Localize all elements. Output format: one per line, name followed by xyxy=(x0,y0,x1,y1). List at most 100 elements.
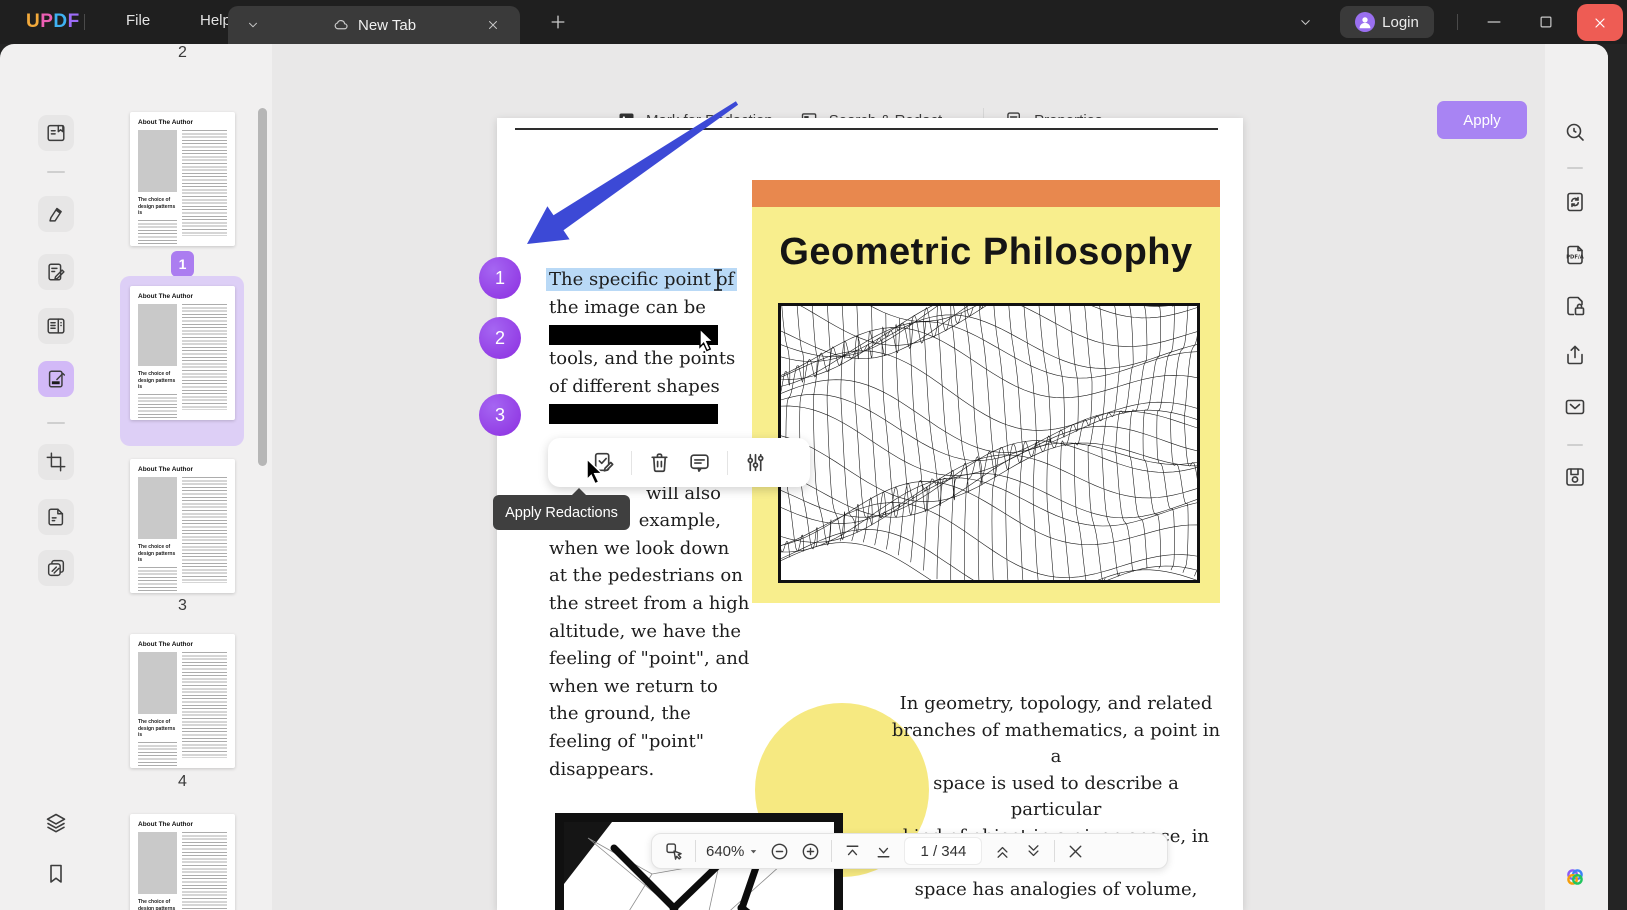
divider xyxy=(726,450,728,475)
sidebar-item-bookmark[interactable] xyxy=(44,862,68,886)
divider xyxy=(84,14,85,30)
sidebar-item-comment[interactable] xyxy=(38,196,74,232)
login-button[interactable]: Login xyxy=(1340,6,1434,38)
thumbnail-page[interactable]: About The Author The choice of design pa… xyxy=(130,814,235,910)
sidebar-item-edit[interactable] xyxy=(38,254,74,290)
zoom-level-value: 640% xyxy=(706,842,745,860)
orange-banner xyxy=(752,180,1220,207)
text-line: the ground, the xyxy=(549,703,691,725)
sidebar-item-organize[interactable] xyxy=(38,308,74,344)
sidebar-item-pdfa[interactable]: PDF/A xyxy=(1563,243,1587,267)
app-logo: UPDF xyxy=(26,11,80,33)
zoom-out-button[interactable] xyxy=(769,841,790,862)
thumbnail-scrollbar[interactable] xyxy=(258,108,267,466)
thumbnail-image-placeholder xyxy=(138,130,178,192)
thumbnail-text-lines xyxy=(182,652,227,758)
thumbnail-text-lines xyxy=(138,393,178,420)
delete-icon[interactable] xyxy=(647,450,672,475)
sidebar-item-ai-assistant[interactable] xyxy=(1563,865,1587,889)
text-line: the street from a high xyxy=(549,592,750,614)
thumbnail-image-placeholder xyxy=(138,304,178,366)
zoom-level-control[interactable]: 640% xyxy=(706,843,759,860)
close-navbar-button[interactable] xyxy=(1065,841,1086,862)
minimize-button[interactable] xyxy=(1484,12,1504,32)
reader-icon xyxy=(45,122,67,144)
sidebar-item-protect[interactable] xyxy=(1563,294,1587,318)
wavy-mesh-image xyxy=(778,303,1200,583)
sidebar-item-layers[interactable] xyxy=(44,811,68,835)
text-line: The specific point of xyxy=(546,266,738,294)
thumbnail-text-lines xyxy=(138,566,178,593)
menu-file[interactable]: File xyxy=(126,12,150,29)
divider xyxy=(1567,444,1583,446)
divider xyxy=(47,171,65,173)
titlebar-chevron-down-icon[interactable] xyxy=(1298,15,1313,30)
comment-icon xyxy=(45,203,67,225)
sidebar-item-crop[interactable] xyxy=(38,444,74,480)
scroll-to-bottom-button[interactable] xyxy=(873,841,894,862)
tooltip: Apply Redactions xyxy=(493,488,630,530)
step-number-annotation: 3 xyxy=(479,394,521,436)
divider xyxy=(1567,167,1583,169)
redaction-bar[interactable] xyxy=(549,325,721,346)
text-ibeam-cursor xyxy=(714,269,722,291)
settings-sliders-icon[interactable] xyxy=(743,450,768,475)
apply-button[interactable]: Apply xyxy=(1437,101,1527,139)
selected-text: The specific point of xyxy=(546,268,738,291)
logo-letter: D xyxy=(53,11,68,32)
text-line: disappears. xyxy=(549,758,655,780)
redact-icon xyxy=(45,368,67,390)
logo-letter: P xyxy=(40,11,54,32)
thumbnail-page[interactable]: About The Author The choice of design pa… xyxy=(130,286,235,420)
divider xyxy=(1054,840,1056,862)
sidebar-item-search[interactable] xyxy=(1563,120,1587,144)
document-title: Geometric Philosophy xyxy=(779,231,1193,273)
organize-icon xyxy=(45,315,67,337)
maximize-button[interactable] xyxy=(1537,13,1555,31)
sidebar-item-save[interactable] xyxy=(1563,465,1587,489)
sidebar-item-batch[interactable] xyxy=(38,550,74,586)
tab-close-icon[interactable] xyxy=(486,18,500,32)
new-tab-button[interactable] xyxy=(548,12,568,32)
thumbnail-image-placeholder xyxy=(138,832,178,894)
step-number-annotation: 2 xyxy=(479,317,521,359)
text-line: the image can be xyxy=(549,296,706,318)
title-bar: UPDF File Help New Tab Login xyxy=(0,0,1627,44)
close-icon xyxy=(1592,15,1608,31)
text-line: space has analogies of volume, area, xyxy=(914,878,1198,910)
thumbnail-text-lines xyxy=(138,219,178,246)
mouse-cursor-white xyxy=(699,328,715,352)
page-indicator[interactable]: 1 / 344 xyxy=(904,837,983,865)
scroll-to-top-button[interactable] xyxy=(842,841,863,862)
comment-icon[interactable] xyxy=(687,450,712,475)
sidebar-item-redact[interactable] xyxy=(38,361,74,397)
next-page-button[interactable] xyxy=(1023,841,1044,862)
page-navigation-bar: 640% 1 / 344 xyxy=(651,833,1168,869)
zoom-in-button[interactable] xyxy=(800,841,821,862)
thumbnail-image-placeholder xyxy=(138,477,178,539)
tab-chevron-down-icon[interactable] xyxy=(246,18,260,32)
text-line: of different shapes xyxy=(549,375,720,397)
thumbnail-subtitle: The choice of design patterns is xyxy=(138,899,176,910)
thumbnail-page[interactable]: About The Author The choice of design pa… xyxy=(130,112,235,246)
thumbnail-text-lines xyxy=(182,130,227,236)
sidebar-item-reader[interactable] xyxy=(38,115,74,151)
close-button[interactable] xyxy=(1577,4,1623,41)
text-line: altitude, we have the xyxy=(549,620,742,642)
thumbnail-page[interactable]: About The Author The choice of design pa… xyxy=(130,459,235,593)
previous-page-button[interactable] xyxy=(992,841,1013,862)
sidebar-item-mail[interactable] xyxy=(1563,395,1587,419)
divider xyxy=(47,422,65,424)
sidebar-item-fill-sign[interactable] xyxy=(38,499,74,535)
login-label: Login xyxy=(1382,13,1419,31)
redaction-bar[interactable] xyxy=(549,404,721,425)
menu-help[interactable]: Help xyxy=(200,12,231,29)
sidebar-item-share[interactable] xyxy=(1563,343,1587,367)
sidebar-item-convert[interactable] xyxy=(1563,190,1587,214)
thumbnail-page[interactable]: About The Author The choice of design pa… xyxy=(130,634,235,768)
logo-letter: U xyxy=(26,11,41,32)
edit-icon xyxy=(45,261,67,283)
text-line: branches of mathematics, a point in a xyxy=(891,719,1221,768)
document-tab[interactable]: New Tab xyxy=(228,6,520,44)
select-tool-icon[interactable] xyxy=(664,841,685,862)
